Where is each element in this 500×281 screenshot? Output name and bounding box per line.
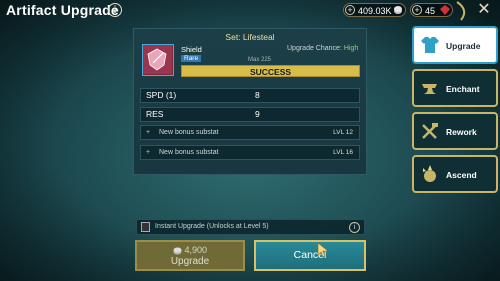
upgrade-cost: 4,900 <box>137 245 243 255</box>
silver-amount: 409.03K <box>358 6 392 16</box>
shirt-icon <box>421 37 439 53</box>
info-icon[interactable]: i <box>108 3 122 17</box>
plus-icon: + <box>146 149 151 156</box>
set-title: Set: Lifesteal <box>225 32 275 42</box>
stat-value: 9 <box>255 109 260 119</box>
upgrade-chance: Upgrade Chance: High <box>287 45 358 52</box>
silver-coins-icon <box>173 247 182 255</box>
upgrade-chance-label: Upgrade Chance: <box>287 45 342 52</box>
ascend-icon <box>423 165 436 182</box>
success-banner: SUCCESS <box>181 65 360 77</box>
add-silver-icon[interactable]: + <box>345 5 355 15</box>
tab-label: Ascend <box>446 170 477 180</box>
close-button[interactable]: ✕ <box>470 0 498 20</box>
tab-enchant[interactable]: Enchant <box>412 69 498 107</box>
gems-amount: 45 <box>425 6 436 16</box>
instant-upgrade-label: Instant Upgrade (Unlocks at Level 5) <box>155 223 269 230</box>
item-name: Shield <box>181 45 202 54</box>
tab-label: Enchant <box>446 84 480 94</box>
hammer-wrench-icon <box>422 123 438 139</box>
silver-coins-icon <box>394 6 402 14</box>
stat-row: RES 9 <box>140 107 360 122</box>
upgrade-cost-amount: 4,900 <box>184 245 208 255</box>
tab-rework[interactable]: Rework <box>412 112 498 150</box>
substat-level: LVL 12 <box>333 129 353 136</box>
lock-icon <box>141 222 150 232</box>
upgrade-button[interactable]: 4,900 Upgrade <box>135 240 245 271</box>
top-bar: Artifact Upgrade i + 409.03K + 45 ✕ <box>0 0 500 22</box>
stat-value: 8 <box>255 90 260 100</box>
substat-row: + New bonus substat LVL 12 <box>140 125 360 140</box>
tab-ascend[interactable]: Ascend <box>412 155 498 193</box>
cancel-button[interactable]: Cancel <box>254 240 366 271</box>
substat-label: New bonus substat <box>159 129 219 136</box>
stat-label: RES <box>146 109 164 119</box>
energy-arc-icon <box>456 1 466 21</box>
gem-icon <box>440 5 450 15</box>
tab-label: Rework <box>446 127 477 137</box>
shield-artifact-icon[interactable] <box>142 44 174 76</box>
rarity-badge: Rare <box>181 55 202 62</box>
tab-upgrade[interactable]: Upgrade <box>412 26 498 64</box>
tab-label: Upgrade <box>446 41 481 51</box>
substat-row: + New bonus substat LVL 16 <box>140 145 360 160</box>
substat-level: LVL 16 <box>333 149 353 156</box>
upgrade-chance-value: High <box>343 45 359 52</box>
add-gems-icon[interactable]: + <box>412 5 422 15</box>
gems-counter[interactable]: + 45 <box>410 3 453 17</box>
silver-counter[interactable]: + 409.03K <box>343 3 406 17</box>
max-level: Max 225 <box>248 57 272 63</box>
instant-info-icon[interactable]: i <box>349 222 360 233</box>
stat-label: SPD (1) <box>146 90 177 100</box>
anvil-icon <box>422 84 437 94</box>
cursor-icon <box>318 243 329 257</box>
plus-icon: + <box>146 129 151 136</box>
substat-label: New bonus substat <box>159 149 219 156</box>
instant-upgrade-bar: Instant Upgrade (Unlocks at Level 5) <box>136 219 365 235</box>
page-title: Artifact Upgrade <box>6 2 119 18</box>
shield-icon <box>143 45 172 74</box>
stat-row: SPD (1) 8 <box>140 88 360 103</box>
upgrade-button-label: Upgrade <box>170 256 210 267</box>
